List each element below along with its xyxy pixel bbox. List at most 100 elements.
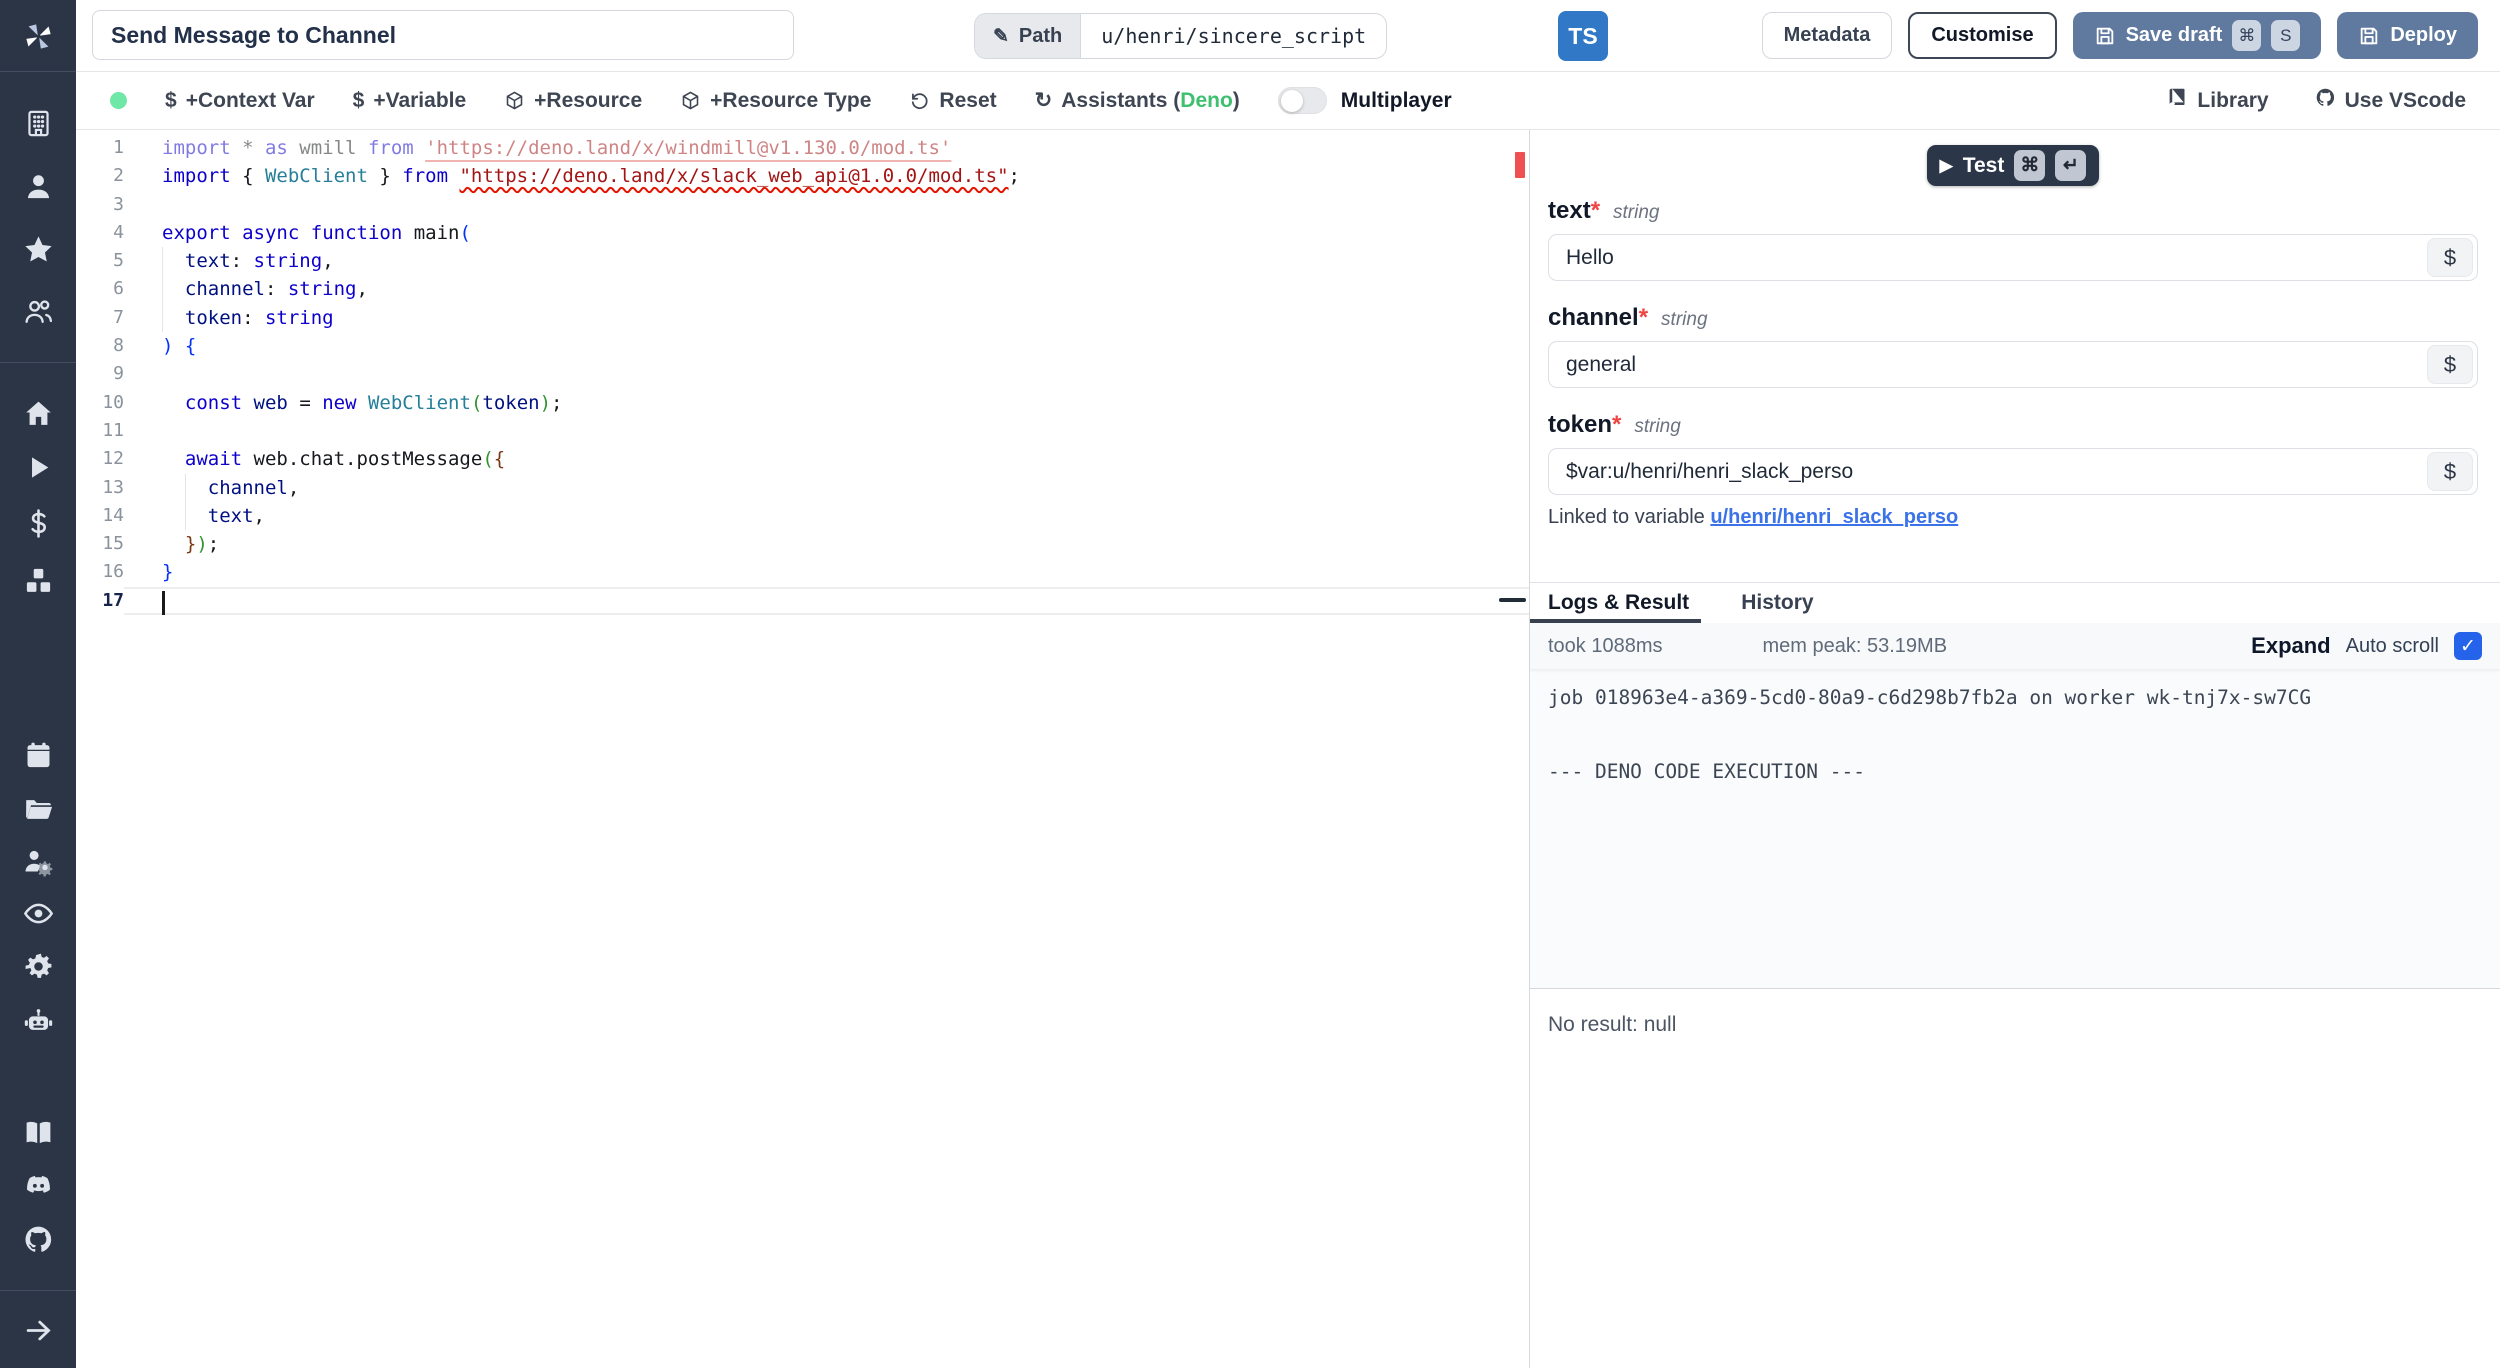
variable-picker-button[interactable]: $ (2427, 345, 2473, 384)
line-number: 11 (76, 417, 124, 445)
assistants-button[interactable]: ↻ Assistants (Deno) (1035, 88, 1240, 113)
save-draft-button[interactable]: Save draft ⌘ S (2073, 12, 2322, 59)
customise-button[interactable]: Customise (1908, 12, 2056, 59)
line-content: import { WebClient } from "https://deno.… (124, 162, 1529, 190)
input-wrap: $ (1548, 234, 2478, 281)
expand-button[interactable]: Expand (2251, 633, 2330, 659)
code-line-11: 11 (76, 417, 1529, 445)
mem-peak: mem peak: 53.19MB (1763, 635, 1948, 658)
calendar-icon[interactable] (18, 735, 58, 775)
code-lines: 1import * as wmill from 'https://deno.la… (76, 130, 1529, 615)
content: 1import * as wmill from 'https://deno.la… (76, 130, 2500, 1368)
log-line (1548, 716, 2482, 753)
contextvar-button[interactable]: $+Context Var (165, 89, 315, 113)
toolbar-item-label: Reset (939, 89, 996, 113)
folder-icon[interactable] (18, 788, 58, 828)
argument-fields: text*string$channel*string$token*string$… (1548, 197, 2478, 529)
cube-icon (504, 90, 525, 111)
windmill-logo-icon (18, 16, 58, 56)
star-icon[interactable] (18, 229, 58, 269)
variable-button[interactable]: $+Variable (353, 89, 467, 113)
status-dot (110, 92, 127, 109)
resourcetype-button[interactable]: +Resource Type (680, 89, 871, 113)
test-label: Test (1963, 154, 2005, 178)
line-number: 7 (76, 304, 124, 332)
editor-toolbar: $+Context Var $+Variable +Resource +Resourc… (76, 72, 2500, 130)
script-path: u/henri/sincere_script (1081, 14, 1386, 58)
field-label: token*string (1548, 411, 2478, 439)
text-cursor (162, 591, 165, 615)
robot-icon[interactable] (18, 1001, 58, 1041)
multiplayer-label: Multiplayer (1341, 89, 1452, 113)
arrow-right-icon[interactable] (18, 1310, 58, 1350)
line-number: 3 (76, 191, 124, 219)
library-button[interactable]: Library (2167, 87, 2268, 114)
sidebar-divider (0, 71, 76, 72)
github-icon[interactable] (18, 1219, 58, 1259)
dollar-icon[interactable] (18, 503, 58, 543)
use-vscode-button[interactable]: Use VScode (2315, 87, 2466, 114)
line-content: channel, (124, 474, 1529, 502)
variable-picker-button[interactable]: $ (2427, 452, 2473, 491)
user-group-icon[interactable] (18, 291, 58, 331)
line-number: 17 (76, 587, 124, 615)
home-icon[interactable] (18, 393, 58, 433)
building-icon[interactable] (18, 103, 58, 143)
edit-path-button[interactable]: ✎ Path (975, 14, 1081, 58)
logs-section: Logs & ResultHistory took 1088ms mem pea… (1530, 582, 2500, 988)
log-line: job 018963e4-a369-5cd0-80a9-c6d298b7fb2a… (1548, 679, 2482, 716)
code-editor[interactable]: 1import * as wmill from 'https://deno.la… (76, 130, 1530, 1368)
eye-icon[interactable] (18, 893, 58, 933)
dollar-icon: $ (165, 89, 177, 113)
deploy-button[interactable]: Deploy (2337, 12, 2478, 59)
github-icon (2315, 87, 2336, 114)
channel-input[interactable] (1548, 341, 2478, 388)
variable-picker-button[interactable]: $ (2427, 238, 2473, 277)
toolbar-item-label: +Resource Type (710, 89, 871, 113)
resource-button[interactable]: +Resource (504, 89, 642, 113)
gear-icon[interactable] (18, 946, 58, 986)
autoscroll-checkbox[interactable]: ✓ (2454, 632, 2482, 660)
test-button[interactable]: ▶ Test ⌘ ↵ (1927, 145, 2100, 186)
line-number: 2 (76, 162, 124, 190)
linked-variable-link[interactable]: u/henri/henri_slack_perso (1710, 506, 1958, 528)
autoscroll-label: Auto scroll (2346, 635, 2439, 658)
indent-guide (162, 275, 163, 303)
line-content: import * as wmill from 'https://deno.lan… (124, 134, 1529, 162)
save-icon (2358, 25, 2380, 47)
code-line-9: 9 (76, 360, 1529, 388)
toolbar-items: $+Context Var $+Variable +Resource +Resourc… (165, 89, 997, 113)
field-token: token*string$Linked to variable u/henri/… (1548, 411, 2478, 529)
input-wrap: $ (1548, 448, 2478, 495)
user-group-gear-icon[interactable] (18, 841, 58, 881)
cubes-icon[interactable] (18, 560, 58, 600)
text-input[interactable] (1548, 234, 2478, 281)
line-number: 10 (76, 389, 124, 417)
token-input[interactable] (1548, 448, 2478, 495)
cube-icon (680, 90, 701, 111)
tab-logs-result[interactable]: Logs & Result (1548, 583, 1689, 623)
discord-icon[interactable] (18, 1165, 58, 1205)
toggle-knob (1281, 90, 1303, 112)
code-line-6: 6 channel: string, (76, 275, 1529, 303)
metadata-button[interactable]: Metadata (1762, 12, 1893, 59)
tab-history[interactable]: History (1741, 583, 1813, 623)
line-content (124, 360, 1529, 388)
code-line-2: 2import { WebClient } from "https://deno… (76, 162, 1529, 190)
play-icon[interactable] (18, 447, 58, 487)
user-icon[interactable] (18, 166, 58, 206)
open-book-icon[interactable] (18, 1112, 58, 1152)
topbar: ✎ Path u/henri/sincere_script TS Metadat… (76, 0, 2500, 72)
line-content: text, (124, 502, 1529, 530)
indent-guide (162, 304, 163, 332)
script-title-input[interactable] (92, 10, 794, 60)
multiplayer-toggle[interactable] (1278, 87, 1327, 114)
reset-button[interactable]: Reset (909, 89, 996, 113)
field-label: channel*string (1548, 304, 2478, 332)
indent-guide (185, 474, 186, 502)
refresh-icon: ↻ (1035, 88, 1053, 113)
error-overview-mark (1515, 152, 1525, 178)
use-vscode-label: Use VScode (2345, 89, 2466, 113)
pane-resize-handle[interactable] (1499, 598, 1526, 602)
line-content: export async function main( (124, 219, 1529, 247)
